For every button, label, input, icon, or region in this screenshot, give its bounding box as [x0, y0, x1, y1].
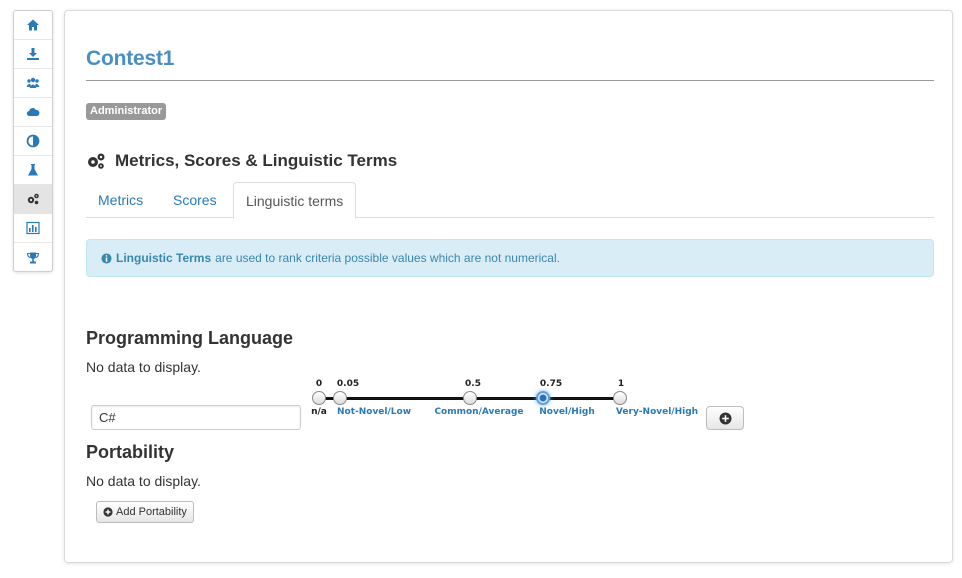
tab-linguistic-terms[interactable]: Linguistic terms — [233, 182, 357, 219]
info-alert: Linguistic Terms are used to rank criter… — [86, 239, 934, 277]
sidebar-nav — [13, 10, 53, 272]
criterion-empty-text: No data to display. — [86, 473, 201, 489]
slider-knob-common[interactable] — [463, 391, 477, 405]
sidebar-item-users[interactable] — [14, 69, 52, 98]
cogs-icon — [27, 193, 39, 205]
add-linguistic-term-button[interactable] — [706, 406, 744, 430]
slider-tick-value: 0.05 — [336, 379, 360, 389]
slider-tick-value: 0 — [315, 379, 323, 389]
flask-icon — [28, 164, 38, 176]
alert-bold-term: Linguistic Terms — [116, 251, 212, 265]
tab-scores[interactable]: Scores — [173, 182, 217, 218]
sidebar-item-settings[interactable] — [14, 185, 52, 214]
slider-tick-label: Not-Novel/Low — [336, 407, 412, 417]
criterion-title-portability: Portability — [86, 442, 175, 462]
plus-circle-icon — [719, 412, 731, 424]
tab-metrics[interactable]: Metrics — [98, 182, 143, 218]
sidebar-item-flask[interactable] — [14, 156, 52, 185]
users-icon — [26, 77, 40, 88]
page-title: Contest1 — [86, 47, 175, 70]
slider-tick-value: 0.75 — [539, 379, 563, 389]
sidebar-item-home[interactable] — [14, 11, 52, 40]
slider-tick-label: Very-Novel/High — [615, 407, 699, 417]
slider-tick-label: Novel/High — [539, 407, 595, 417]
add-portability-button[interactable]: Add Portability — [96, 501, 194, 523]
title-divider — [86, 80, 934, 81]
criterion-title-programming-language: Programming Language — [86, 328, 294, 348]
trophy-icon — [26, 252, 40, 263]
linguistic-value-input[interactable] — [91, 405, 301, 430]
download-icon — [27, 48, 39, 60]
slider-tick-label: Common/Average — [434, 407, 524, 417]
sidebar-item-chart[interactable] — [14, 214, 52, 243]
slider-tick-label: n/a — [311, 407, 327, 417]
sidebar-item-contrast[interactable] — [14, 127, 52, 156]
cloud-icon — [26, 108, 40, 117]
sidebar-item-download[interactable] — [14, 40, 52, 69]
alert-text: are used to rank criteria possible value… — [215, 251, 560, 265]
bar-chart-icon — [26, 221, 40, 235]
criterion-empty-text: No data to display. — [86, 359, 201, 375]
home-icon — [27, 19, 39, 31]
main-panel: Contest1 Administrator Metrics, Scores &… — [64, 10, 953, 563]
add-portability-label: Add Portability — [116, 506, 187, 518]
plus-circle-icon — [103, 507, 113, 517]
contrast-icon — [26, 134, 40, 148]
role-badge: Administrator — [86, 103, 167, 120]
section-title: Metrics, Scores & Linguistic Terms — [115, 151, 398, 170]
slider-tick-value: 1 — [617, 379, 625, 389]
section-header: Metrics, Scores & Linguistic Terms — [86, 151, 397, 171]
sidebar-item-trophy[interactable] — [14, 243, 52, 272]
slider-tick-value: 0.5 — [465, 379, 481, 389]
sidebar-item-cloud[interactable] — [14, 98, 52, 127]
slider-knob-na[interactable] — [312, 391, 326, 405]
slider-knob-not-novel[interactable] — [333, 391, 347, 405]
slider-knob-novel-selected[interactable] — [536, 391, 550, 405]
slider-knob-very-novel[interactable] — [613, 391, 627, 405]
cogs-icon — [88, 153, 105, 169]
info-icon — [101, 252, 112, 264]
